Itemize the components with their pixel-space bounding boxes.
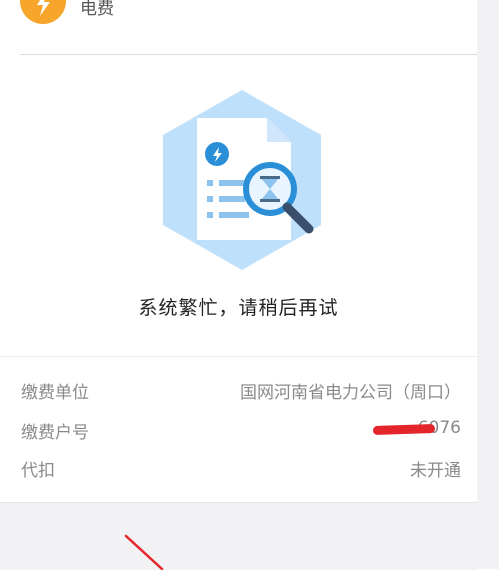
- detail-label: 缴费单位: [21, 383, 89, 403]
- detail-value: 国网河南省电力公司（周口）: [240, 383, 461, 403]
- lightning-icon: [20, 0, 66, 24]
- detail-value: 未开通: [410, 461, 461, 481]
- detail-row-unit: 缴费单位 国网河南省电力公司（周口）: [0, 378, 477, 403]
- detail-label: 缴费户号: [21, 423, 89, 443]
- right-edge-panel: [477, 0, 499, 569]
- status-message: 系统繁忙，请稍后再试: [138, 297, 339, 319]
- header: 电费: [0, 0, 477, 54]
- document-search-icon: [157, 88, 327, 282]
- detail-row-autopay: 代扣 未开通: [0, 456, 477, 481]
- detail-label: 代扣: [21, 461, 55, 481]
- red-arrow-annotation: [124, 534, 164, 570]
- header-title: 电费: [80, 0, 114, 19]
- detail-row-account: 缴费户号 6076: [0, 418, 477, 443]
- status-card: 系统繁忙，请稍后再试: [0, 55, 477, 355]
- account-details: 缴费单位 国网河南省电力公司（周口） 缴费户号 6076 代扣 未开通: [0, 356, 477, 503]
- footer-area: [0, 502, 477, 570]
